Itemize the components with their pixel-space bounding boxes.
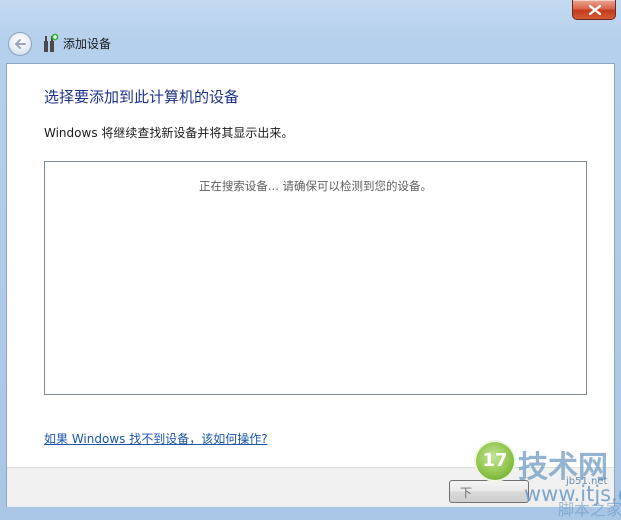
close-icon (589, 5, 601, 15)
help-link[interactable]: 如果 Windows 找不到设备，该如何操作? (44, 430, 268, 447)
page-title: 选择要添加到此计算机的设备 (44, 88, 240, 106)
watermark-logo-number: 17 (482, 450, 508, 471)
site-watermark: 17 技术网 jb51.net www.itjs.cn 脚本之家 (468, 432, 621, 519)
window-frame: 添加设备 选择要添加到此计算机的设备 Windows 将继续查找新设备并将其显示… (0, 0, 621, 519)
back-arrow-icon (15, 39, 26, 49)
window-title: 添加设备 (63, 37, 112, 51)
close-button[interactable] (572, 0, 616, 20)
device-list[interactable]: 正在搜索设备... 请确保可以检测到您的设备。 (44, 161, 587, 395)
searching-status-text: 正在搜索设备... 请确保可以检测到您的设备。 (198, 179, 433, 193)
watermark-logo-icon: 17 (474, 440, 516, 482)
add-device-icon (44, 33, 59, 52)
instruction-text: Windows 将继续查找新设备并将其显示出来。 (44, 126, 294, 140)
back-button[interactable] (8, 32, 32, 56)
watermark-url-3: 脚本之家 (558, 500, 621, 519)
